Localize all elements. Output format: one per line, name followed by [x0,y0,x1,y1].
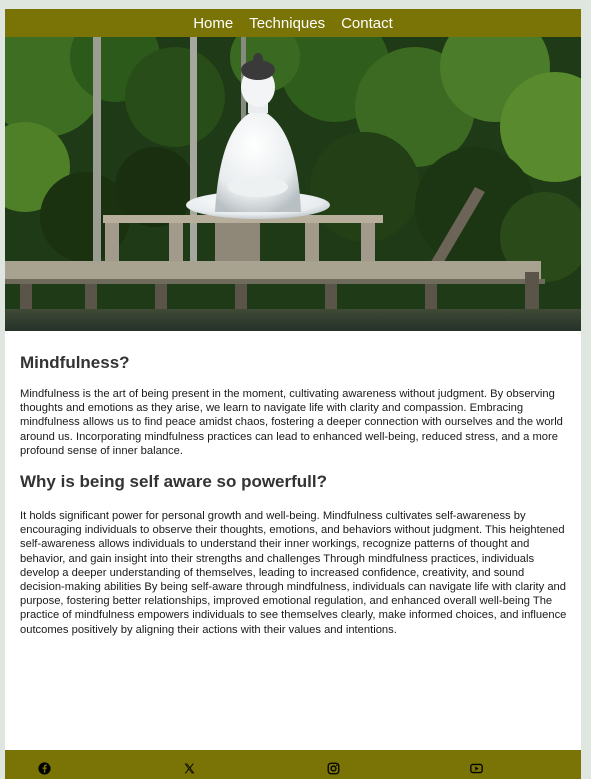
main-content: Mindfulness? Mindfulness is the art of b… [5,331,581,637]
facebook-icon[interactable] [38,762,51,775]
page: Home Techniques Contact Mindfulness? Min… [5,9,581,779]
nav-techniques-link[interactable]: Techniques [249,15,325,32]
section-heading-self-aware: Why is being self aware so powerfull? [20,472,328,492]
youtube-icon[interactable] [470,762,483,775]
section-heading-mindfulness: Mindfulness? [20,353,130,372]
nav-home-link[interactable]: Home [193,15,233,32]
footer [5,750,581,779]
instagram-icon[interactable] [327,762,340,775]
hero-image [5,37,581,331]
section-body-self-aware: It holds significant power for personal … [20,510,567,636]
x-twitter-icon[interactable] [183,762,196,775]
top-nav: Home Techniques Contact [5,9,581,37]
section-body-mindfulness: Mindfulness is the art of being present … [20,388,563,457]
nav-contact-link[interactable]: Contact [341,15,393,32]
